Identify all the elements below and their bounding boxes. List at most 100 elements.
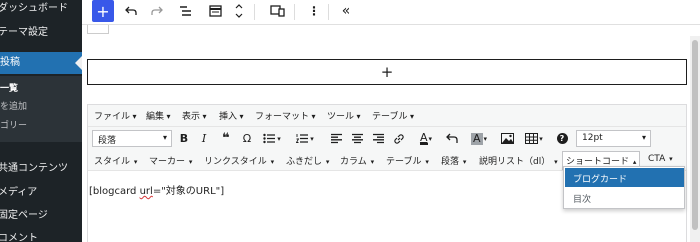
chevron-down-icon: ▾ bbox=[133, 158, 138, 166]
blockquote-icon: ❝ bbox=[222, 131, 230, 146]
paragraph-dropdown[interactable]: 段落 ▾ bbox=[441, 154, 466, 167]
menu-edit[interactable]: 編集 bbox=[146, 109, 171, 122]
italic-icon: I bbox=[201, 132, 207, 145]
background-color-button[interactable]: A ▾ bbox=[467, 130, 491, 147]
toolbar-separator bbox=[294, 4, 295, 20]
chevron-down-icon: ▾ bbox=[310, 134, 314, 143]
menu-file[interactable]: ファイル bbox=[94, 109, 137, 122]
table-dropdown-label: テーブル bbox=[386, 157, 422, 167]
submenu-item-all-posts[interactable]: 一覧 bbox=[0, 81, 18, 94]
sidebar-item-posts[interactable]: 投稿 bbox=[0, 52, 82, 74]
omega-icon: Ω bbox=[242, 132, 252, 145]
description-list-dropdown[interactable]: 説明リスト（dl） ▾ bbox=[479, 154, 558, 167]
blockquote-button[interactable]: ❝ bbox=[219, 130, 233, 147]
chevron-down-icon: ▾ bbox=[370, 158, 375, 166]
chevron-down-icon: ▾ bbox=[669, 155, 673, 163]
editor-screen: ダッシュボード テーマ設定 投稿 一覧 を追加 ゴリー 共通コンテンツ メディア… bbox=[0, 0, 700, 242]
italic-button[interactable]: I bbox=[198, 130, 210, 147]
menu-view[interactable]: 表示 bbox=[182, 109, 207, 122]
link-style-dropdown[interactable]: リンクスタイル ▾ bbox=[204, 154, 274, 167]
menu-format[interactable]: フォーマット bbox=[255, 109, 316, 122]
help-button[interactable]: ? bbox=[555, 130, 569, 147]
block-inserter-button[interactable]: + bbox=[92, 0, 114, 22]
text-color-icon: A bbox=[419, 131, 428, 145]
shortcode-text[interactable]: [blogcard url="対象のURL"] bbox=[89, 182, 224, 197]
move-updown-button[interactable] bbox=[232, 0, 246, 22]
sidebar-item-dashboard[interactable]: ダッシュボード bbox=[0, 2, 80, 16]
active-indicator-arrow bbox=[75, 56, 82, 70]
column-dropdown[interactable]: カラム ▾ bbox=[340, 154, 374, 167]
menu-item-blogcard[interactable]: ブログカード bbox=[565, 168, 684, 187]
admin-sidebar: ダッシュボード テーマ設定 投稿 一覧 を追加 ゴリー 共通コンテンツ メディア… bbox=[0, 0, 82, 242]
balloon-dropdown[interactable]: ふきだし ▾ bbox=[286, 154, 329, 167]
list-view-icon bbox=[179, 6, 191, 16]
menu-tools[interactable]: ツール bbox=[327, 109, 361, 122]
insert-link-button[interactable] bbox=[392, 130, 406, 147]
scrollbar-thumb[interactable] bbox=[692, 40, 698, 230]
sidebar-item-media[interactable]: メディア bbox=[0, 186, 80, 200]
submenu-item-add-new[interactable]: を追加 bbox=[0, 99, 27, 112]
chevron-up-icon: ▴ bbox=[632, 158, 637, 166]
marker-dropdown[interactable]: マーカー ▾ bbox=[149, 154, 192, 167]
menu-insert[interactable]: 挿入 bbox=[219, 109, 244, 122]
align-right-button[interactable] bbox=[371, 130, 385, 147]
block-navigation-button[interactable] bbox=[206, 0, 224, 22]
format-select[interactable]: 段落 ▾ bbox=[92, 130, 172, 147]
move-updown-icon bbox=[235, 4, 243, 18]
align-center-button[interactable] bbox=[350, 130, 364, 147]
sidebar-item-comments[interactable]: コメント bbox=[0, 232, 80, 242]
table-icon bbox=[525, 133, 539, 144]
insert-image-button[interactable] bbox=[500, 130, 514, 147]
cta-dropdown-label: CTA bbox=[648, 154, 666, 164]
text-color-button[interactable]: A ▾ bbox=[414, 130, 438, 147]
bold-icon: B bbox=[179, 132, 189, 145]
undo-icon bbox=[446, 133, 458, 143]
shortcode-menu: ブログカード 目次 bbox=[563, 166, 685, 209]
chevron-down-icon: ▾ bbox=[425, 158, 429, 166]
chevron-down-icon: ▾ bbox=[325, 158, 330, 166]
description-list-dropdown-label: 説明リスト（dl） bbox=[479, 157, 551, 167]
table-dropdown[interactable]: テーブル ▾ bbox=[386, 154, 429, 167]
chevron-down-icon: ▾ bbox=[188, 158, 193, 166]
font-size-select-value: 12pt bbox=[582, 133, 603, 143]
chevron-down-icon: ▾ bbox=[539, 134, 543, 143]
chevron-down-icon: ▾ bbox=[270, 158, 275, 166]
redo-button[interactable] bbox=[148, 0, 166, 22]
help-icon: ? bbox=[556, 133, 568, 144]
table-button[interactable]: ▾ bbox=[521, 130, 547, 147]
bullet-list-icon bbox=[263, 133, 276, 144]
special-character-button[interactable]: Ω bbox=[240, 130, 254, 147]
undo-format-button[interactable] bbox=[445, 130, 459, 147]
block-appender-button[interactable]: + bbox=[87, 59, 687, 85]
collapse-button[interactable]: « bbox=[338, 0, 354, 22]
paragraph-dropdown-label: 段落 bbox=[441, 157, 460, 167]
numbered-list-button[interactable]: ▾ bbox=[293, 130, 317, 147]
bold-button[interactable]: B bbox=[178, 130, 190, 147]
sidebar-item-pages[interactable]: 固定ページ bbox=[0, 209, 80, 223]
menu-table[interactable]: テーブル bbox=[372, 109, 414, 122]
style-dropdown[interactable]: スタイル ▾ bbox=[94, 154, 137, 167]
sidebar-item-theme-settings[interactable]: テーマ設定 bbox=[0, 26, 80, 40]
block-navigation-icon bbox=[208, 5, 222, 17]
align-left-icon bbox=[330, 133, 342, 144]
menu-item-toc[interactable]: 目次 bbox=[565, 188, 684, 207]
more-options-icon: ⋮ bbox=[308, 4, 320, 18]
align-center-icon bbox=[351, 133, 363, 144]
responsive-preview-button[interactable] bbox=[268, 0, 286, 22]
cta-dropdown[interactable]: CTA ▾ bbox=[648, 154, 673, 164]
toolbar-separator bbox=[328, 4, 329, 20]
list-view-button[interactable] bbox=[176, 0, 194, 22]
marker-dropdown-label: マーカー bbox=[149, 157, 186, 167]
format-select-value: 段落 bbox=[98, 136, 117, 146]
plus-icon: + bbox=[96, 1, 110, 21]
submenu-item-categories[interactable]: ゴリー bbox=[0, 118, 27, 131]
scrollbar[interactable] bbox=[690, 36, 700, 242]
tinymce-menubar: ファイル 編集 表示 挿入 フォーマット ツール テーブル bbox=[88, 105, 686, 127]
sidebar-item-common-content[interactable]: 共通コンテンツ bbox=[0, 162, 80, 176]
bullet-list-button[interactable]: ▾ bbox=[260, 130, 284, 147]
align-left-button[interactable] bbox=[329, 130, 343, 147]
more-options-button[interactable]: ⋮ bbox=[308, 0, 320, 22]
font-size-select[interactable]: 12pt ▾ bbox=[576, 130, 651, 147]
sidebar-submenu: 一覧 を追加 ゴリー bbox=[0, 76, 82, 142]
undo-button[interactable] bbox=[122, 0, 140, 22]
